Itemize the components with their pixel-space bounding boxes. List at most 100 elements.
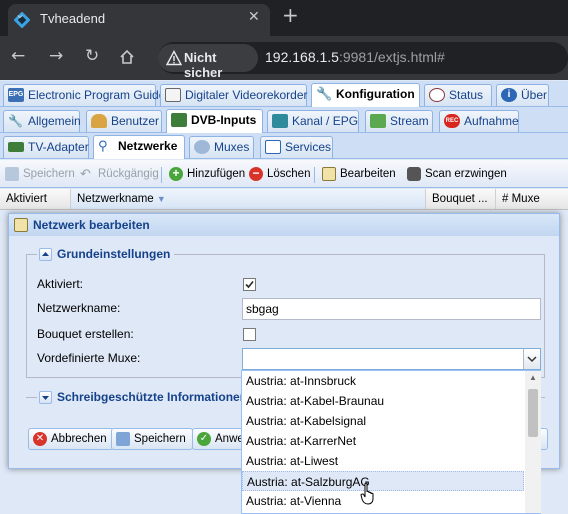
list-item[interactable]: Austria: at-Kabel-Braunau [242, 391, 524, 411]
delete-icon: − [249, 167, 263, 181]
tab-label: Kanal / EPG [292, 114, 359, 128]
tab-label: Allgemein [28, 114, 81, 128]
button-label: Abbrechen [51, 433, 107, 445]
tab-configuration[interactable]: 🔧 Konfiguration [311, 83, 420, 107]
tab-label: DVB-Inputs [191, 113, 257, 127]
stream-icon [370, 114, 386, 128]
basic-settings-legend[interactable]: Grundeinstellungen [37, 247, 175, 261]
scroll-up-icon[interactable]: ▲ [529, 373, 537, 382]
tab-search-icon[interactable]: ⌄ [15, 7, 25, 21]
tab-networks[interactable]: ⚲ Netzwerke [93, 135, 185, 159]
epg-icon: EPG [8, 88, 24, 102]
url-path: :9981/extjs.html# [338, 49, 445, 65]
readonly-info-legend[interactable]: Schreibgeschützte Informationen [37, 390, 252, 404]
home-icon[interactable] [119, 49, 135, 65]
list-item[interactable]: Austria: at-Kabelsignal [242, 411, 524, 431]
dialog-save-button[interactable]: Speichern [111, 428, 193, 450]
edit-button[interactable]: Bearbeiten [322, 164, 396, 184]
tab-label: Über [521, 88, 548, 102]
config-tab-bar: 🔧 Allgemein Benutzer DVB-Inputs Kanal / E… [0, 107, 568, 133]
undo-button[interactable]: ↶ Rückgängig [80, 164, 159, 184]
tab-dvr[interactable]: Digitaler Videorekorder [160, 84, 308, 106]
browser-tab-title: Tvheadend [40, 11, 106, 26]
tab-general[interactable]: 🔧 Allgemein [3, 110, 81, 132]
hand-cursor-icon [360, 482, 378, 506]
list-item[interactable]: Austria: at-Liwest [242, 451, 524, 471]
tab-label: Netzwerke [118, 139, 178, 153]
adapter-icon [8, 142, 24, 152]
button-label: Scan erzwingen [425, 168, 507, 180]
tab-dvb-inputs[interactable]: DVB-Inputs [166, 109, 263, 133]
column-enabled[interactable]: Aktiviert [0, 189, 71, 209]
dialog-title-bar[interactable]: Netzwerk bearbeiten [9, 214, 559, 236]
list-item[interactable]: Austria: at-Vienna [242, 491, 524, 511]
tab-users[interactable]: Benutzer [86, 110, 162, 132]
tab-label: Digitaler Videorekorder [185, 88, 308, 102]
tab-label: Aufnahme [464, 114, 519, 128]
force-scan-button[interactable]: Scan erzwingen [407, 164, 507, 184]
column-network-name[interactable]: Netzwerkname ▼ [71, 189, 426, 209]
network-name-label: Netzwerkname: [37, 301, 121, 315]
cancel-icon: ✕ [33, 432, 47, 446]
tab-about[interactable]: i Über [496, 84, 549, 106]
tab-label: Status [449, 88, 484, 102]
list-item-highlighted[interactable]: Austria: at-SalzburgAG [242, 471, 524, 491]
network-name-field[interactable]: sbgag [242, 298, 541, 320]
scrollbar-thumb[interactable] [528, 389, 538, 437]
add-icon: + [169, 167, 183, 181]
dvr-icon [165, 88, 181, 102]
wrench-icon: 🔧 [8, 114, 23, 128]
button-label: Speichern [134, 433, 186, 445]
services-icon [265, 140, 281, 154]
forward-icon[interactable]: → [49, 46, 63, 66]
edit-icon [322, 167, 336, 181]
record-icon: REC [444, 114, 460, 128]
collapse-icon[interactable] [39, 248, 52, 261]
dropdown-scrollbar[interactable]: ▲ [525, 371, 541, 513]
add-button[interactable]: + Hinzufügen [169, 164, 245, 184]
button-label: Löschen [267, 168, 311, 180]
delete-button[interactable]: − Löschen [249, 164, 310, 184]
tab-label: Electronic Program Guide [28, 88, 166, 102]
column-label: Netzwerkname [77, 193, 154, 205]
tab-channel-epg[interactable]: Kanal / EPG [267, 110, 359, 132]
column-mux-count[interactable]: # Muxe [496, 189, 568, 209]
users-icon [91, 114, 107, 128]
tab-muxes[interactable]: Muxes [189, 136, 254, 158]
dialog-title: Netzwerk bearbeiten [33, 218, 150, 232]
new-tab-icon[interactable]: + [282, 3, 299, 27]
toolbar-separator [161, 167, 162, 183]
security-indicator[interactable]: Nicht sicher [158, 44, 258, 80]
tab-status[interactable]: Status [424, 84, 492, 106]
combo-dropdown-trigger[interactable] [523, 349, 540, 369]
legend-label: Grundeinstellungen [57, 247, 171, 261]
undo-icon: ↶ [80, 166, 91, 181]
list-item[interactable]: Austria: at-KarrerNet [242, 431, 524, 451]
dvb-tab-bar: TV-Adapter ⚲ Netzwerke Muxes Services [0, 133, 568, 159]
tab-recording[interactable]: REC Aufnahme [439, 110, 519, 132]
close-tab-icon[interactable]: ✕ [248, 9, 260, 25]
save-icon [5, 167, 19, 181]
bouquet-checkbox[interactable] [243, 328, 256, 341]
dvb-card-icon [171, 113, 187, 127]
button-label: Hinzufügen [187, 168, 246, 180]
warning-icon [165, 50, 183, 66]
reload-icon[interactable]: ↻ [85, 46, 99, 66]
tab-services[interactable]: Services [260, 136, 333, 158]
tab-stream[interactable]: Stream [365, 110, 433, 132]
tab-epg[interactable]: EPG Electronic Program Guide [3, 84, 165, 106]
browser-tab[interactable]: Tvheadend ✕ [8, 4, 270, 36]
enabled-checkbox[interactable] [243, 278, 256, 291]
list-item[interactable]: Austria: at-Innsbruck [242, 371, 524, 391]
tab-tv-adapter[interactable]: TV-Adapter [3, 136, 89, 158]
sort-desc-icon: ▼ [156, 194, 166, 204]
cancel-button[interactable]: ✕ Abbrechen [28, 428, 114, 450]
back-icon[interactable]: ← [11, 46, 25, 66]
tv-icon [272, 114, 288, 128]
binoculars-icon [407, 167, 421, 181]
save-button[interactable]: Speichern [5, 164, 75, 184]
expand-icon[interactable] [39, 391, 52, 404]
predefined-muxes-combo[interactable] [242, 348, 541, 370]
column-bouquet[interactable]: Bouquet ... [426, 189, 496, 209]
button-label: Anwe [215, 433, 244, 445]
